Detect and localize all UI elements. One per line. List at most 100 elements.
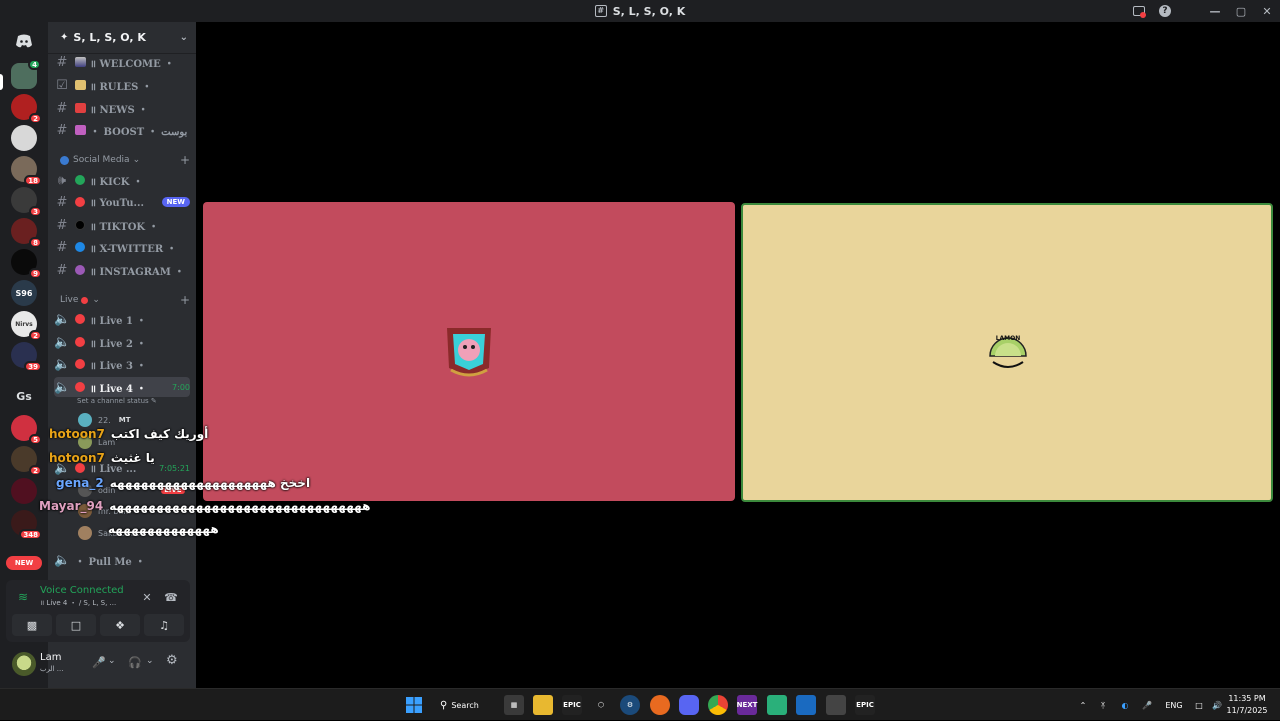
channel-kick[interactable]: 🕪 ॥ KICK ・ [54, 170, 190, 190]
hash-icon: # [56, 122, 68, 138]
category-social-media[interactable]: Social Media ⌄ + [60, 153, 190, 167]
soundboard-button[interactable]: ♫ [144, 614, 184, 636]
voice-location[interactable]: ॥ Live 4 ・ / S, L, S, ... [40, 598, 116, 608]
chrome-icon[interactable] [708, 695, 728, 715]
user-avatar[interactable] [12, 652, 36, 676]
channel-label: ॥ Live 3 ・ [90, 360, 147, 372]
server-icon[interactable]: 3 [11, 187, 42, 217]
disconnect-icon[interactable]: ☎ [162, 588, 180, 606]
channel-live-4[interactable]: 🔈 ॥ Live 4 ・ 7:00 [54, 377, 190, 397]
maximize-button[interactable]: ▢ [1228, 0, 1254, 22]
epic-games-icon[interactable]: EPIC [562, 695, 582, 715]
headphones-icon[interactable]: 🎧 [128, 656, 142, 669]
channel-welcome[interactable]: # ॥ WELCOME ・ [54, 52, 190, 72]
epic-games-icon[interactable]: EPIC [855, 695, 875, 715]
camera-off-button[interactable]: ▩ [12, 614, 52, 636]
channel-tiktok[interactable]: # ॥ TIKTOK ・ [54, 215, 190, 235]
set-channel-status[interactable]: Set a channel status ✎ [77, 397, 157, 405]
chevron-down-icon[interactable]: ⌄ [108, 656, 116, 666]
user-name[interactable]: Lam [40, 652, 61, 663]
speaker-icon: 🕪 [57, 172, 67, 188]
channel-boost[interactable]: # ・ BOOST ・ بوست [54, 120, 190, 140]
noise-suppression-icon[interactable]: ✕ [138, 588, 156, 606]
channel-youtube[interactable]: # ॥ YouTu... NEW [54, 192, 190, 212]
microphone-icon[interactable]: 🎤 [92, 656, 106, 669]
file-explorer-icon[interactable] [533, 695, 553, 715]
category-label: Live [60, 295, 79, 305]
activities-button[interactable]: ❖ [100, 614, 140, 636]
server-icon[interactable]: Nirvs 2 [11, 311, 42, 341]
server-icon[interactable]: 39 [11, 342, 42, 372]
channel-label: ॥ Live 1 ・ [90, 315, 147, 327]
app-icon[interactable] [826, 695, 846, 715]
clock[interactable]: 11:35 PM 11/7/2025 [1222, 693, 1272, 717]
channel-x-twitter[interactable]: # ॥ X-TWITTER ・ [54, 237, 190, 257]
channel-pull-me[interactable]: 🔈 ・ Pull Me ・ [54, 550, 190, 570]
chevron-up-icon[interactable]: ⌃ [1074, 701, 1092, 710]
channel-news[interactable]: # ॥ NEWS ・ [54, 98, 190, 118]
hash-icon: # [56, 217, 68, 233]
server-icon[interactable]: Gs [11, 383, 37, 409]
hash-icon: # [56, 239, 68, 255]
server-icon[interactable] [11, 125, 37, 151]
chat-nick: hotoon7 [49, 451, 105, 465]
server-icon[interactable]: 348 [11, 510, 42, 540]
boost-emoji-icon [75, 125, 86, 135]
new-servers-pill[interactable]: NEW [6, 556, 42, 570]
server-icon[interactable]: 4 [11, 59, 41, 89]
server-header[interactable]: ✦ S, L, S, O, K ⌄ [48, 22, 196, 54]
bluetooth-icon[interactable]: ᛡ [1092, 701, 1114, 710]
app-icon[interactable] [767, 695, 787, 715]
monitor-icon[interactable]: □ [1190, 701, 1208, 710]
channel-live-3[interactable]: 🔈 ॥ Live 3 ・ [54, 354, 190, 374]
voice-user-name: 22. [98, 415, 111, 425]
chat-nick: gena_2 [56, 476, 104, 490]
language-indicator[interactable]: ENG [1158, 701, 1190, 710]
status-dot [75, 175, 85, 185]
chevron-down-icon: ⌄ [92, 295, 100, 305]
user-status: الرب ... [40, 665, 64, 673]
inbox-icon[interactable] [1126, 0, 1152, 22]
unity-icon[interactable]: ⬡ [591, 695, 611, 715]
discord-home-icon[interactable] [11, 28, 37, 54]
server-icon[interactable]: S96 [11, 280, 37, 306]
rules-icon: ☑ [56, 77, 68, 93]
server-icon[interactable]: 8 [11, 218, 42, 248]
participant-tile-speaking[interactable]: LAMON [741, 203, 1273, 502]
windows-start-icon[interactable] [404, 695, 424, 715]
participant-tile[interactable] [203, 202, 735, 501]
category-live[interactable]: Live ⌄ + [60, 293, 190, 307]
network-icon[interactable]: ◐ [1114, 701, 1136, 710]
server-icon[interactable]: 18 [11, 156, 42, 186]
chevron-down-icon[interactable]: ⌄ [146, 656, 154, 666]
app-icon[interactable] [796, 695, 816, 715]
add-channel-icon[interactable]: + [180, 153, 190, 167]
add-channel-icon[interactable]: + [180, 293, 190, 307]
channel-live-1[interactable]: 🔈 ॥ Live 1 ・ [54, 309, 190, 329]
window-title-text: S, L, S, O, K [612, 4, 686, 18]
close-button[interactable]: ✕ [1254, 0, 1280, 22]
firefox-icon[interactable] [650, 695, 670, 715]
store-icon[interactable]: ▦ [504, 695, 524, 715]
gear-icon[interactable]: ⚙ [166, 653, 178, 668]
help-icon[interactable]: ? [1152, 0, 1178, 22]
channel-live-2[interactable]: 🔈 ॥ Live 2 ・ [54, 332, 190, 352]
voice-status[interactable]: Voice Connected [40, 585, 124, 596]
steam-icon[interactable]: ⚙ [620, 695, 640, 715]
minimize-button[interactable]: — [1202, 0, 1228, 22]
channel-rules[interactable]: ☑ ॥ RULES ・ [54, 75, 190, 95]
user-panel: Lam الرب ... 🎤 ⌄ 🎧 ⌄ ⚙ [6, 646, 190, 682]
server-boost-icon: ✦ [60, 32, 69, 43]
server-icon[interactable]: 2 [11, 446, 42, 476]
microphone-icon[interactable]: 🎤 [1136, 701, 1158, 710]
siren-emoji-icon [75, 103, 86, 113]
taskbar-search-button[interactable]: ⚲ Search [440, 695, 490, 715]
server-icon[interactable] [11, 478, 37, 504]
server-icon[interactable]: 2 [11, 94, 42, 124]
screen-share-button[interactable]: □ [56, 614, 96, 636]
server-icon[interactable]: 9 [11, 249, 42, 279]
discord-icon[interactable] [679, 695, 699, 715]
next-icon[interactable]: NEXT [737, 695, 757, 715]
server-icon[interactable]: 5 [11, 415, 42, 445]
channel-instagram[interactable]: # ॥ INSTAGRAM ・ [54, 260, 190, 280]
